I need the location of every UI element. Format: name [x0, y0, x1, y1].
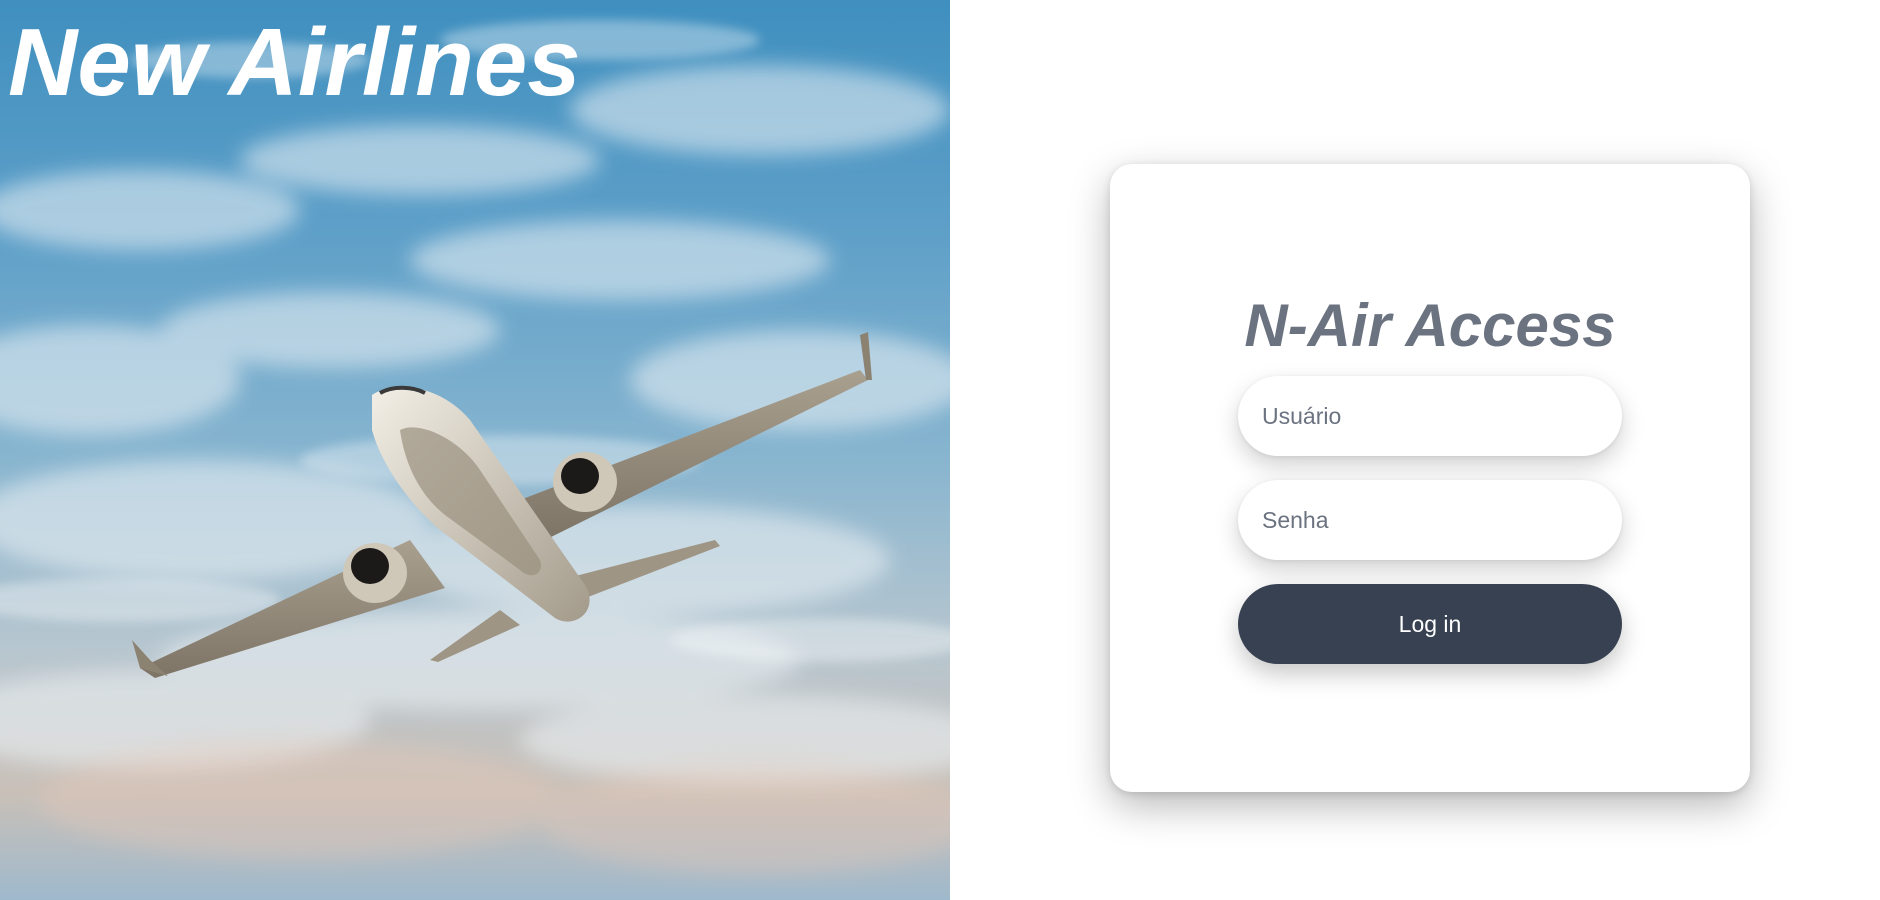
hero-panel: New Airlines — [0, 0, 950, 900]
username-input[interactable] — [1238, 376, 1622, 456]
login-title: N-Air Access — [1244, 292, 1616, 359]
password-input[interactable] — [1238, 480, 1622, 560]
login-card: N-Air Access Log in — [1110, 164, 1750, 792]
sky-background — [0, 20, 950, 875]
login-button[interactable]: Log in — [1238, 584, 1622, 664]
brand-title: New Airlines — [8, 9, 581, 116]
